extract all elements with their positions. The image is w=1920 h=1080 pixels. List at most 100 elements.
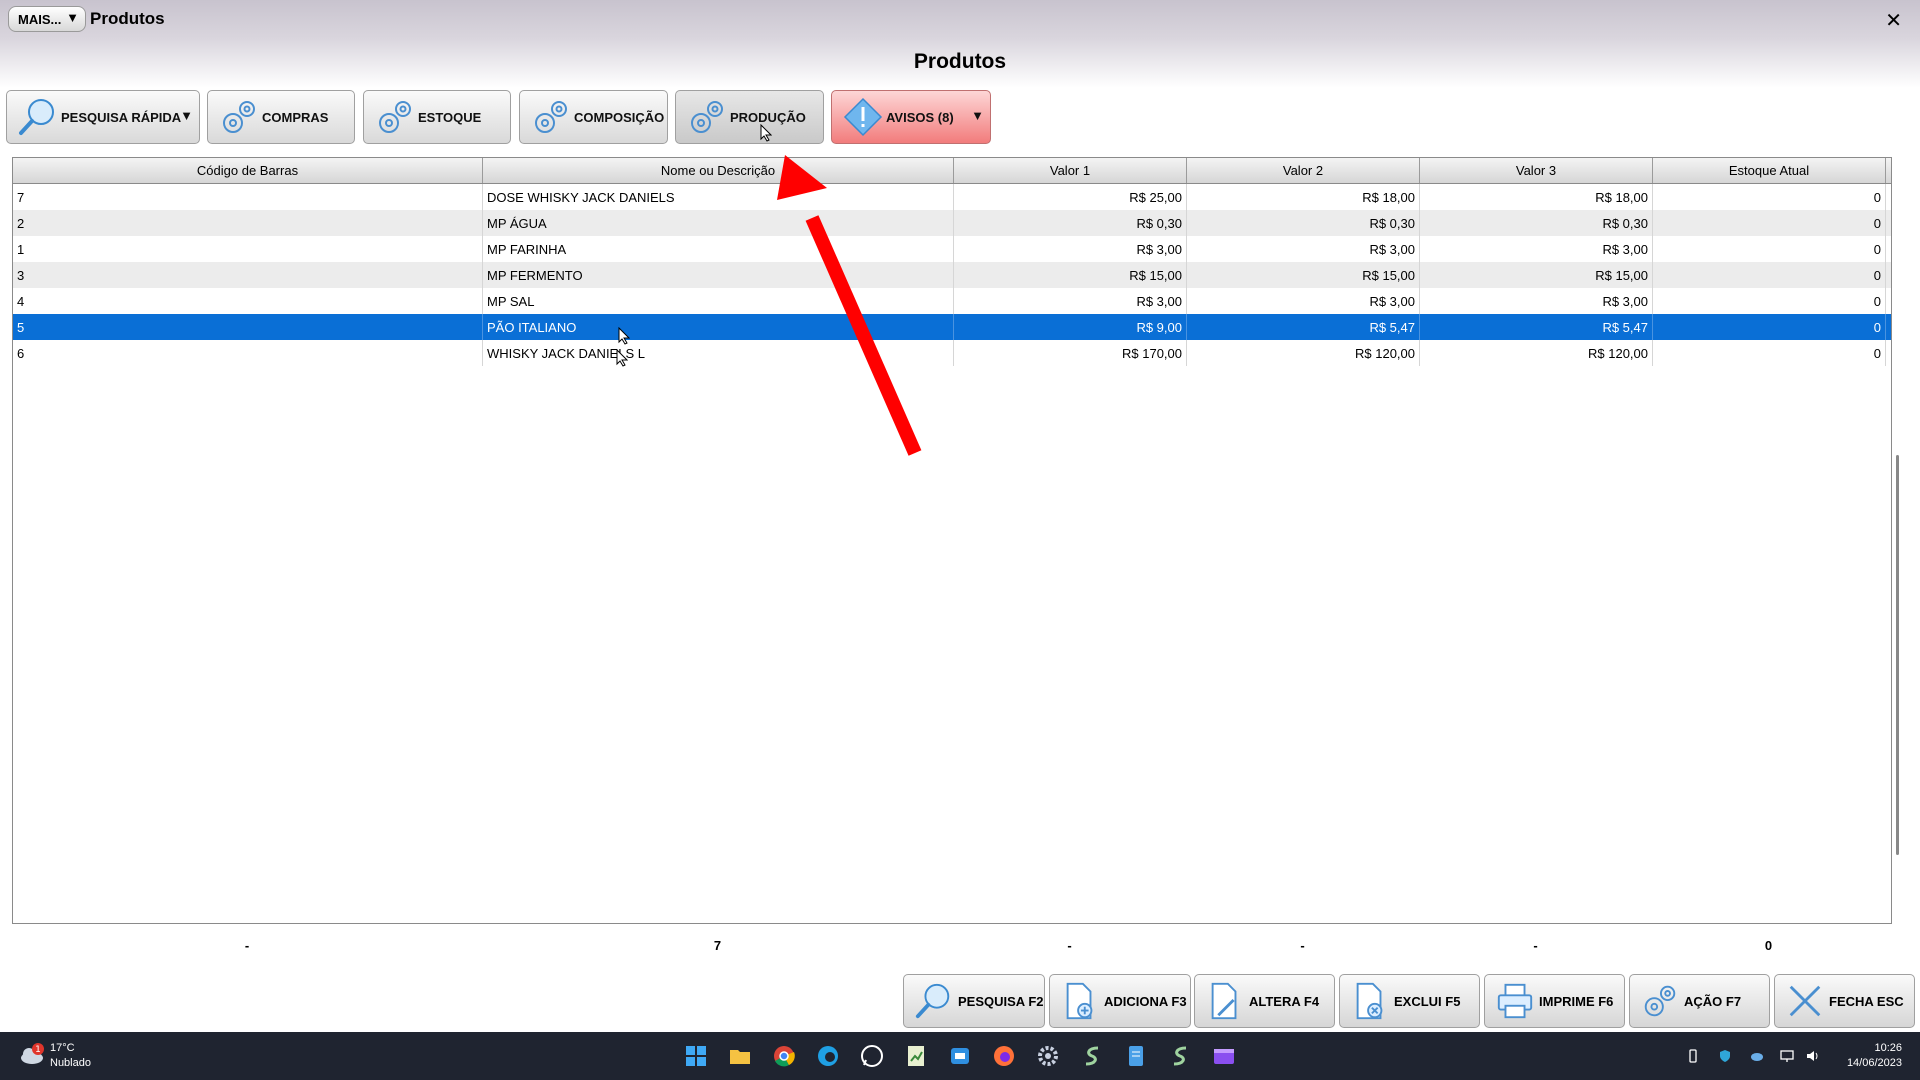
mouse-cursor-icon <box>618 327 630 345</box>
compras-button[interactable]: COMPRAS <box>207 90 355 144</box>
column-header-nome[interactable]: Nome ou Descrição <box>483 158 954 183</box>
chevron-down-icon[interactable]: ▼ <box>180 108 193 123</box>
notepad-icon[interactable] <box>1124 1044 1148 1068</box>
erp-app-icon[interactable] <box>1080 1044 1104 1068</box>
table-row[interactable]: 2 MP ÁGUA R$ 0,30 R$ 0,30 R$ 0,30 0 <box>13 210 1891 236</box>
table-row[interactable]: 1 MP FARINHA R$ 3,00 R$ 3,00 R$ 3,00 0 <box>13 236 1891 262</box>
cell-valor3: R$ 18,00 <box>1420 184 1653 210</box>
page-title: Produtos <box>913 50 1007 73</box>
cell-valor2: R$ 5,47 <box>1187 314 1420 340</box>
cell-nome: MP SAL <box>483 288 954 314</box>
acao-button[interactable]: AÇÃO F7 <box>1629 974 1770 1028</box>
cell-codigo: 7 <box>13 184 483 210</box>
cell-valor3: R$ 0,30 <box>1420 210 1653 236</box>
printer-icon <box>1497 983 1533 1019</box>
spreadsheet-icon[interactable] <box>904 1044 928 1068</box>
weather-description[interactable]: Nublado <box>50 1057 91 1069</box>
column-header-estoque[interactable]: Estoque Atual <box>1653 158 1886 183</box>
chrome-icon[interactable] <box>772 1044 796 1068</box>
usb-device-icon[interactable] <box>1686 1049 1700 1063</box>
altera-button[interactable]: ALTERA F4 <box>1194 974 1335 1028</box>
estoque-label: ESTOQUE <box>418 109 482 125</box>
whatsapp-icon[interactable] <box>860 1044 884 1068</box>
vertical-scrollbar[interactable] <box>1896 455 1899 855</box>
column-header-valor3[interactable]: Valor 3 <box>1420 158 1653 183</box>
cell-codigo: 3 <box>13 262 483 288</box>
cell-valor1: R$ 15,00 <box>954 262 1187 288</box>
imprime-label: IMPRIME F6 <box>1539 993 1614 1009</box>
pesquisa-button[interactable]: PESQUISA F2 <box>903 974 1045 1028</box>
close-window-button[interactable]: ✕ <box>1885 8 1902 33</box>
total-valor1: - <box>1067 938 1072 953</box>
cell-estoque: 0 <box>1653 262 1886 288</box>
cell-estoque: 0 <box>1653 288 1886 314</box>
column-header-valor2[interactable]: Valor 2 <box>1187 158 1420 183</box>
network-icon[interactable] <box>1780 1049 1794 1063</box>
composicao-button[interactable]: COMPOSIÇÃO <box>519 90 668 144</box>
acao-label: AÇÃO F7 <box>1684 993 1742 1009</box>
composicao-label: COMPOSIÇÃO <box>574 109 665 125</box>
cell-valor1: R$ 25,00 <box>954 184 1187 210</box>
windows-start-icon[interactable] <box>684 1044 708 1068</box>
fecha-label: FECHA ESC <box>1829 993 1904 1009</box>
security-shield-icon[interactable] <box>1718 1049 1732 1063</box>
mouse-cursor-icon <box>760 124 772 142</box>
gear-icon <box>691 101 723 133</box>
pesquisa-rapida-button[interactable]: PESQUISA RÁPIDA ▼ <box>6 90 200 144</box>
cell-nome: WHISKY JACK DANIELS L <box>483 340 954 366</box>
cell-estoque: 0 <box>1653 314 1886 340</box>
gear-icon <box>535 101 567 133</box>
cell-nome: MP ÁGUA <box>483 210 954 236</box>
erp-app-icon[interactable] <box>1168 1044 1192 1068</box>
table-row-selected[interactable]: 5 PÃO ITALIANO R$ 9,00 R$ 5,47 R$ 5,47 0 <box>13 314 1891 340</box>
cell-estoque: 0 <box>1653 236 1886 262</box>
adiciona-button[interactable]: ADICIONA F3 <box>1049 974 1191 1028</box>
exclui-button[interactable]: EXCLUI F5 <box>1339 974 1480 1028</box>
table-row[interactable]: 6 WHISKY JACK DANIELS L R$ 170,00 R$ 120… <box>13 340 1891 366</box>
cell-nome: PÃO ITALIANO <box>483 314 954 340</box>
avisos-button[interactable]: AVISOS (8) ▼ <box>831 90 991 144</box>
table-row[interactable]: 3 MP FERMENTO R$ 15,00 R$ 15,00 R$ 15,00… <box>13 262 1891 288</box>
total-estoque: 0 <box>1764 938 1773 953</box>
column-header-valor1[interactable]: Valor 1 <box>954 158 1187 183</box>
clock-time[interactable]: 10:26 <box>1874 1042 1902 1054</box>
table-row[interactable]: 7 DOSE WHISKY JACK DANIELS R$ 25,00 R$ 1… <box>13 184 1891 210</box>
weather-temperature[interactable]: 17°C <box>50 1042 75 1054</box>
volume-icon[interactable] <box>1806 1049 1820 1063</box>
table-row[interactable]: 4 MP SAL R$ 3,00 R$ 3,00 R$ 3,00 0 <box>13 288 1891 314</box>
cell-valor3: R$ 15,00 <box>1420 262 1653 288</box>
cell-valor3: R$ 3,00 <box>1420 236 1653 262</box>
delete-document-icon <box>1356 982 1383 1020</box>
column-header-codigo[interactable]: Código de Barras <box>13 158 483 183</box>
cell-valor2: R$ 15,00 <box>1187 262 1420 288</box>
cell-estoque: 0 <box>1653 340 1886 366</box>
cloud-icon[interactable]: 1 <box>18 1042 46 1066</box>
estoque-button[interactable]: ESTOQUE <box>363 90 511 144</box>
cell-valor3: R$ 3,00 <box>1420 288 1653 314</box>
gear-icon <box>223 101 255 133</box>
settings-gear-icon[interactable] <box>1036 1044 1060 1068</box>
window-titlebar: MAIS... ▼ Produtos ✕ <box>0 0 1920 38</box>
mail-app-icon[interactable] <box>948 1044 972 1068</box>
mais-menu-button[interactable]: MAIS... ▼ <box>8 6 86 32</box>
imprime-button[interactable]: IMPRIME F6 <box>1484 974 1625 1028</box>
edge-icon[interactable] <box>816 1044 840 1068</box>
cell-codigo: 6 <box>13 340 483 366</box>
cell-valor2: R$ 3,00 <box>1187 288 1420 314</box>
total-valor2: - <box>1300 938 1305 953</box>
products-grid[interactable]: Código de Barras Nome ou Descrição Valor… <box>12 157 1892 924</box>
mais-menu-label: MAIS... <box>18 11 62 27</box>
chevron-down-icon: ▼ <box>66 10 79 25</box>
clock-date[interactable]: 14/06/2023 <box>1847 1057 1902 1069</box>
video-editor-icon[interactable] <box>1212 1044 1236 1068</box>
firefox-icon[interactable] <box>992 1044 1016 1068</box>
producao-button[interactable]: PRODUÇÃO <box>675 90 824 144</box>
cloud-sync-icon[interactable] <box>1750 1049 1764 1063</box>
grid-header: Código de Barras Nome ou Descrição Valor… <box>13 158 1891 184</box>
file-explorer-icon[interactable] <box>728 1044 752 1068</box>
pesquisa-rapida-label: PESQUISA RÁPIDA <box>61 109 182 125</box>
fecha-button[interactable]: FECHA ESC <box>1774 974 1915 1028</box>
chevron-down-icon[interactable]: ▼ <box>971 108 984 123</box>
cell-valor3: R$ 120,00 <box>1420 340 1653 366</box>
window-title: Produtos <box>90 9 165 28</box>
